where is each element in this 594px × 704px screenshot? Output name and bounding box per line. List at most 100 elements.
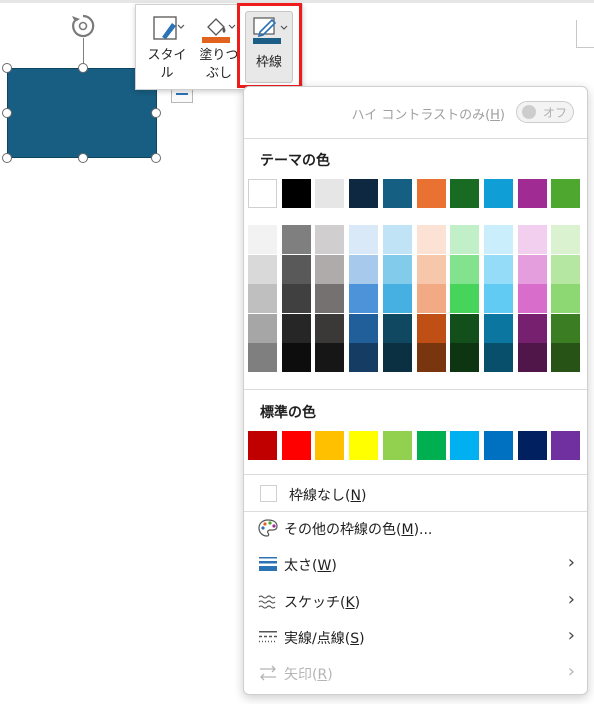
theme-shade-swatch[interactable] — [349, 254, 379, 284]
theme-color-swatch[interactable] — [248, 179, 277, 208]
w-suffix: ) — [331, 558, 337, 574]
s-key: S — [350, 631, 360, 647]
resize-handle-e[interactable] — [151, 108, 161, 118]
standard-color-swatch[interactable] — [281, 431, 311, 460]
theme-color-swatch[interactable] — [551, 179, 581, 208]
theme-shade-swatch[interactable] — [248, 225, 277, 254]
theme-shade-swatch[interactable] — [349, 284, 379, 313]
theme-shade-swatch[interactable] — [382, 343, 412, 372]
more-colors-label: その他の枠線の色(M)... — [284, 519, 432, 539]
theme-shade-swatch[interactable] — [517, 343, 547, 372]
theme-shade-swatch[interactable] — [517, 254, 547, 284]
theme-shade-swatch[interactable] — [450, 225, 480, 254]
theme-shade-swatch[interactable] — [382, 254, 412, 284]
theme-shade-swatch[interactable] — [248, 313, 277, 343]
theme-shade-swatch[interactable] — [416, 313, 446, 343]
theme-shade-swatch[interactable] — [281, 254, 311, 284]
standard-color-swatch[interactable] — [450, 431, 480, 460]
theme-shade-swatch[interactable] — [551, 343, 581, 372]
theme-color-swatch[interactable] — [450, 179, 480, 208]
theme-shade-swatch[interactable] — [450, 343, 480, 372]
w-text: 太さ( — [284, 558, 318, 574]
theme-shade-swatch[interactable] — [349, 225, 379, 254]
theme-shade-swatch[interactable] — [281, 225, 311, 254]
theme-shade-swatch[interactable] — [281, 343, 311, 372]
theme-shade-swatch[interactable] — [450, 284, 480, 313]
theme-shade-swatch[interactable] — [416, 284, 446, 313]
theme-shade-swatch[interactable] — [517, 284, 547, 313]
weight-item[interactable]: 太さ(W) › — [244, 547, 587, 581]
hc-text-main: ハイ コントラストのみ( — [351, 108, 491, 123]
theme-shade-swatch[interactable] — [517, 313, 547, 343]
theme-shade-swatch[interactable] — [416, 225, 446, 254]
resize-handle-w[interactable] — [2, 108, 12, 118]
theme-shade-swatch[interactable] — [551, 254, 581, 284]
theme-shade-swatch[interactable] — [483, 343, 513, 372]
standard-color-swatch[interactable] — [483, 431, 513, 460]
resize-handle-n[interactable] — [78, 63, 88, 73]
standard-color-swatch[interactable] — [517, 431, 547, 460]
theme-shade-swatch[interactable] — [551, 313, 581, 343]
arrows-item[interactable]: 矢印(R) › — [244, 656, 587, 690]
theme-shade-swatch[interactable] — [349, 313, 379, 343]
high-contrast-toggle[interactable]: オフ — [516, 101, 574, 123]
theme-color-swatch[interactable] — [416, 179, 446, 208]
theme-shade-swatch[interactable] — [315, 313, 345, 343]
standard-color-swatch[interactable] — [382, 431, 412, 460]
toggle-state: オフ — [543, 106, 568, 120]
r-key: R — [317, 667, 328, 683]
theme-color-swatch[interactable] — [382, 179, 412, 208]
no-border-item[interactable]: 枠線なし(N) — [244, 477, 587, 511]
theme-shade-swatch[interactable] — [281, 313, 311, 343]
theme-shade-swatch[interactable] — [483, 254, 513, 284]
theme-shade-swatch[interactable] — [315, 254, 345, 284]
theme-shade-swatch[interactable] — [382, 284, 412, 313]
theme-color-swatch[interactable] — [517, 179, 547, 208]
theme-shade-swatch[interactable] — [281, 284, 311, 313]
standard-color-swatch[interactable] — [416, 431, 446, 460]
style-button[interactable]: スタイ ル — [142, 9, 192, 87]
resize-handle-s[interactable] — [78, 153, 88, 163]
theme-shade-swatch[interactable] — [248, 343, 277, 372]
standard-color-swatch[interactable] — [315, 431, 345, 460]
theme-shade-swatch[interactable] — [450, 254, 480, 284]
standard-color-swatch[interactable] — [248, 431, 277, 460]
high-contrast-label: ハイ コントラストのみ(H) — [351, 104, 505, 123]
theme-shade-swatch[interactable] — [382, 225, 412, 254]
theme-shade-swatch[interactable] — [382, 313, 412, 343]
theme-shade-swatch[interactable] — [517, 225, 547, 254]
theme-shade-swatch[interactable] — [315, 284, 345, 313]
standard-color-swatch[interactable] — [551, 431, 581, 460]
theme-shade-swatch[interactable] — [483, 313, 513, 343]
standard-color-swatch[interactable] — [349, 431, 379, 460]
sketch-item[interactable]: スケッチ(K) › — [244, 584, 587, 618]
r-suffix: ) — [327, 667, 333, 683]
theme-color-swatch[interactable] — [483, 179, 513, 208]
w-key: W — [317, 558, 332, 574]
theme-shade-swatch[interactable] — [416, 254, 446, 284]
theme-shade-swatch[interactable] — [349, 343, 379, 372]
theme-shade-swatch[interactable] — [450, 313, 480, 343]
theme-color-swatch[interactable] — [349, 179, 379, 208]
theme-shade-swatch[interactable] — [315, 343, 345, 372]
dashes-item[interactable]: 実線/点線(S) › — [244, 620, 587, 654]
separator — [244, 389, 587, 390]
theme-color-swatch[interactable] — [281, 179, 311, 208]
theme-shade-swatch[interactable] — [416, 343, 446, 372]
rotate-handle-icon[interactable] — [70, 13, 96, 39]
theme-shade-swatch[interactable] — [551, 284, 581, 313]
hc-suffix: ) — [499, 108, 505, 123]
theme-shade-swatch[interactable] — [248, 254, 277, 284]
theme-shade-swatch[interactable] — [551, 225, 581, 254]
theme-shade-swatch[interactable] — [483, 225, 513, 254]
theme-shade-swatch[interactable] — [248, 284, 277, 313]
style-label-line1: スタイ — [147, 48, 187, 63]
resize-handle-se[interactable] — [151, 153, 161, 163]
theme-shade-swatch[interactable] — [315, 225, 345, 254]
resize-handle-nw[interactable] — [2, 63, 12, 73]
more-border-colors-item[interactable]: その他の枠線の色(M)... — [244, 511, 587, 545]
palette-icon — [258, 519, 278, 537]
resize-handle-sw[interactable] — [2, 153, 12, 163]
theme-color-swatch[interactable] — [315, 179, 345, 208]
theme-shade-swatch[interactable] — [483, 284, 513, 313]
